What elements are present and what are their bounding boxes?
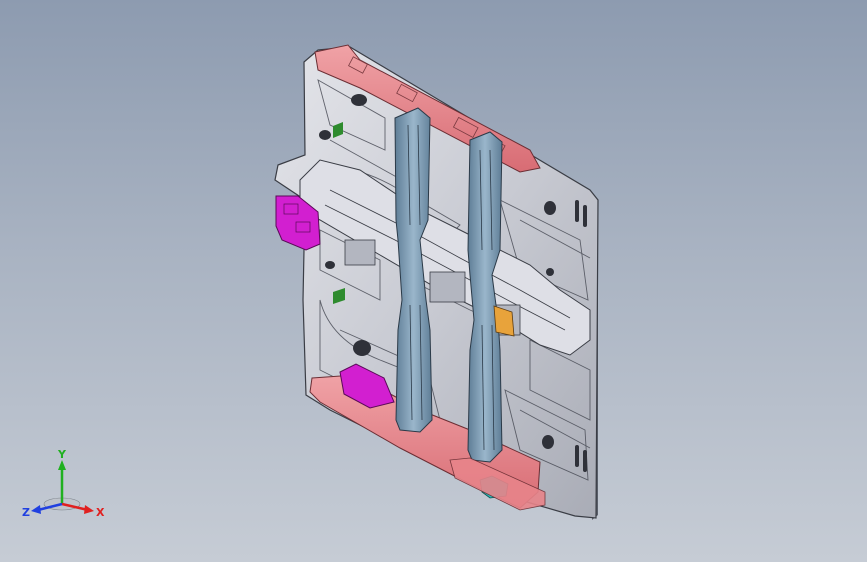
x-axis-label: X <box>96 506 105 519</box>
y-axis-arrow <box>58 460 66 470</box>
cad-viewport[interactable]: Y X Z <box>0 0 867 562</box>
y-axis-label: Y <box>57 448 67 461</box>
orientation-triad: Y X Z <box>22 448 105 519</box>
x-axis-arrow <box>84 505 94 514</box>
z-axis-label: Z <box>22 506 30 519</box>
z-axis-arrow <box>31 505 41 514</box>
cad-model-floor-panel[interactable] <box>0 0 867 562</box>
